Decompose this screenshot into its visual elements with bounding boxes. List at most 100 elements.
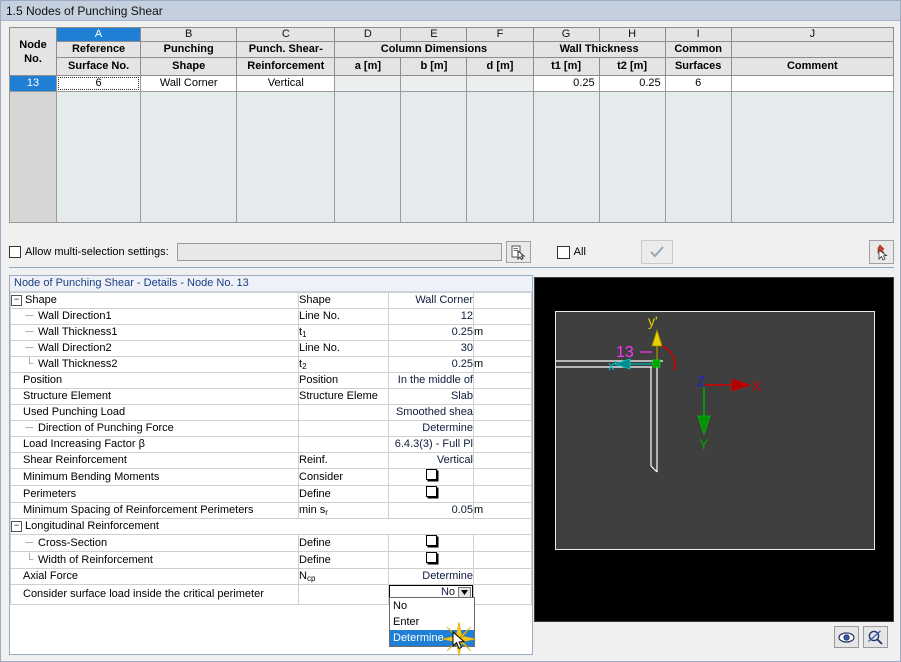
details-row[interactable]: Load Increasing Factor β 6.4.3(3) - Full … xyxy=(10,436,532,453)
column-letter-e[interactable]: E xyxy=(400,27,468,42)
details-row-symbol xyxy=(298,420,389,437)
details-row[interactable]: Minimum Bending Moments Consider xyxy=(10,468,532,486)
cell-t1[interactable]: 0.25 xyxy=(532,75,600,92)
details-row-value[interactable]: 12 xyxy=(388,308,474,325)
tree-line: ─ xyxy=(25,422,34,434)
details-label-text: Wall Thickness2 xyxy=(38,358,118,370)
collapse-expander-icon[interactable]: − xyxy=(11,294,22,306)
details-row-unit xyxy=(473,485,532,503)
details-row-value[interactable]: 0.25 xyxy=(388,356,474,373)
empty-col-c xyxy=(236,91,336,223)
model-canvas[interactable]: y' x' 13 X Y Z xyxy=(555,311,875,550)
details-checkbox[interactable] xyxy=(425,535,437,546)
details-row-label: Minimum Spacing of Reinforcement Perimet… xyxy=(10,502,299,519)
details-row-value[interactable]: Smoothed shea xyxy=(388,404,474,421)
details-row[interactable]: Axial Force Ncp Determine xyxy=(10,568,532,585)
table-row[interactable]: 13 6 Wall Corner Vertical 0.25 0.25 6 xyxy=(8,75,895,92)
details-row-value[interactable]: In the middle of xyxy=(388,372,474,389)
zoom-all-button[interactable] xyxy=(863,626,888,648)
empty-index-column xyxy=(8,91,58,223)
moment-arc xyxy=(661,345,676,371)
cell-reference-surface[interactable]: 6 xyxy=(56,75,142,92)
column-letter-f[interactable]: F xyxy=(466,27,534,42)
cell-dim-b[interactable] xyxy=(400,75,468,92)
details-row[interactable]: ─ Wall Direction1 Line No. 12 xyxy=(10,308,532,325)
select-in-graphic-button[interactable] xyxy=(869,240,894,264)
details-checkbox[interactable] xyxy=(425,552,437,563)
details-row-value[interactable]: Determine xyxy=(388,568,474,585)
graphics-viewport[interactable]: y' x' 13 X Y Z xyxy=(534,277,894,622)
multi-selection-input[interactable] xyxy=(176,243,502,261)
details-label-text: Perimeters xyxy=(23,487,77,500)
details-row[interactable]: ─ Wall Thickness1 t1 0.25 m xyxy=(10,324,532,341)
details-row[interactable]: └ Width of Reinforcement Define xyxy=(10,551,532,569)
details-row-symbol xyxy=(298,584,389,605)
row-index[interactable]: 13 xyxy=(8,75,58,92)
dropdown-option-no[interactable]: No xyxy=(390,598,474,614)
details-row[interactable]: Used Punching Load Smoothed shea xyxy=(10,404,532,421)
details-label-text: Load Increasing Factor β xyxy=(23,438,145,450)
cell-common-surfaces[interactable]: 6 xyxy=(664,75,732,92)
details-row-label: Shear Reinforcement xyxy=(10,452,299,469)
local-axis-y: y' xyxy=(648,313,663,364)
cell-dim-d[interactable] xyxy=(466,75,534,92)
column-letter-j[interactable]: J xyxy=(730,27,895,42)
pick-objects-button[interactable] xyxy=(505,241,531,263)
details-row[interactable]: ─ Wall Direction2 Line No. 30 xyxy=(10,340,532,357)
page-title: 1.5 Nodes of Punching Shear xyxy=(6,3,163,18)
cell-t2[interactable]: 0.25 xyxy=(598,75,666,92)
details-row[interactable]: Shear Reinforcement Reinf. Vertical xyxy=(10,452,532,469)
details-row[interactable]: └ Wall Thickness2 t2 0.25 m xyxy=(10,356,532,373)
header-punch-shear-reinf-bottom: Reinforcement xyxy=(236,57,336,76)
svg-text:Z: Z xyxy=(697,373,706,389)
details-row-value[interactable]: 0.05 xyxy=(388,502,474,519)
details-row-value[interactable] xyxy=(388,485,474,503)
all-checkbox-group[interactable]: All xyxy=(556,245,586,259)
cell-punch-shear-reinforcement[interactable]: Vertical xyxy=(236,75,336,92)
details-row-value[interactable] xyxy=(388,468,474,486)
allow-multi-selection-checkbox[interactable] xyxy=(9,246,21,258)
details-row-value[interactable]: Vertical xyxy=(388,452,474,469)
details-row-value[interactable]: Wall Corner xyxy=(388,292,474,309)
select-pointer-icon xyxy=(877,244,888,261)
details-row[interactable]: ─ Direction of Punching Force Determine xyxy=(10,420,532,437)
column-letter-a[interactable]: A xyxy=(56,27,142,42)
column-letter-c[interactable]: C xyxy=(236,27,336,42)
details-checkbox[interactable] xyxy=(425,469,437,480)
apply-button[interactable] xyxy=(640,240,673,264)
details-row[interactable]: Position Position In the middle of xyxy=(10,372,532,389)
details-row-label: └ Width of Reinforcement xyxy=(10,551,299,569)
details-label-text: Used Punching Load xyxy=(23,406,126,418)
cell-comment[interactable] xyxy=(730,75,895,92)
column-letter-h[interactable]: H xyxy=(598,27,666,42)
column-letter-b[interactable]: B xyxy=(140,27,238,42)
cell-dim-a[interactable] xyxy=(334,75,402,92)
collapse-expander-icon[interactable]: − xyxy=(11,520,22,532)
details-row-value[interactable]: 30 xyxy=(388,340,474,357)
details-row[interactable]: Perimeters Define xyxy=(10,485,532,503)
header-punching-shape-bottom: Shape xyxy=(140,57,238,76)
details-row-symbol xyxy=(298,404,389,421)
details-row-value[interactable]: 6.4.3(3) - Full Pl xyxy=(388,436,474,453)
details-row[interactable]: − Shape Shape Wall Corner xyxy=(10,292,532,309)
details-row-symbol: Reinf. xyxy=(298,452,389,469)
all-checkbox[interactable] xyxy=(556,245,570,259)
column-letter-d[interactable]: D xyxy=(334,27,402,42)
column-letter-i[interactable]: I xyxy=(664,27,732,42)
details-row-value[interactable] xyxy=(388,534,474,552)
details-row[interactable]: Structure Element Structure Eleme Slab xyxy=(10,388,532,405)
details-row-label: Perimeters xyxy=(10,485,299,503)
details-row-value[interactable] xyxy=(388,551,474,569)
cell-punching-shape[interactable]: Wall Corner xyxy=(140,75,238,92)
details-label-text: Axial Force xyxy=(23,570,79,582)
view-visibility-button[interactable] xyxy=(834,626,859,648)
details-row[interactable]: Minimum Spacing of Reinforcement Perimet… xyxy=(10,502,532,519)
details-checkbox[interactable] xyxy=(425,486,437,497)
details-row-value[interactable]: Determine xyxy=(388,420,474,437)
details-row[interactable]: ─ Cross-Section Define xyxy=(10,534,532,552)
details-row-symbol: min sr xyxy=(298,502,389,519)
details-row-value[interactable]: Slab xyxy=(388,388,474,405)
column-letter-g[interactable]: G xyxy=(532,27,600,42)
details-row[interactable]: − Longitudinal Reinforcement xyxy=(10,518,532,535)
details-row-value[interactable]: 0.25 xyxy=(388,324,474,341)
